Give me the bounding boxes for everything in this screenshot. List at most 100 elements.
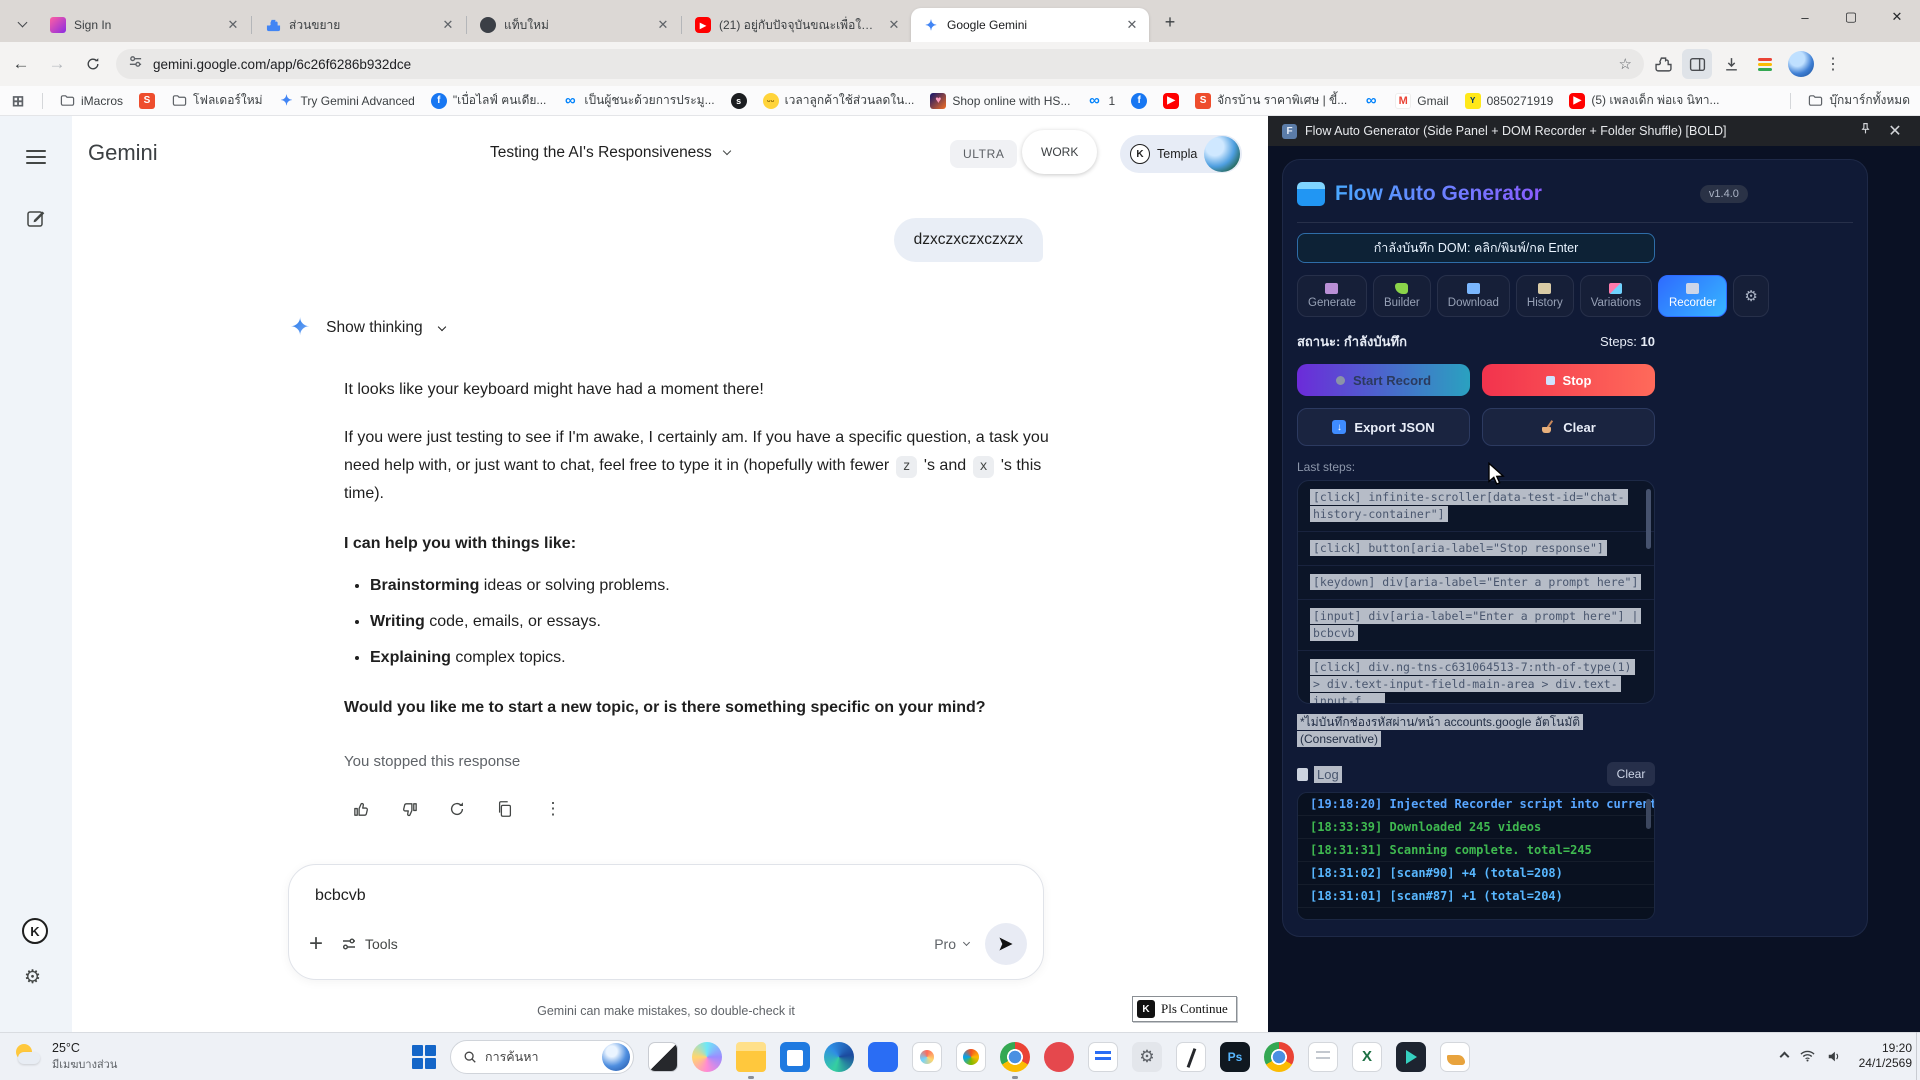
bookmark-item[interactable]: ᵕᵕ เวลาลูกค้าใช้ส่วนลดใน... (762, 91, 914, 110)
new-tab-button[interactable]: + (1157, 9, 1183, 35)
close-button[interactable]: ✕ (1874, 0, 1920, 34)
taskbar-photos-icon[interactable] (956, 1041, 986, 1072)
taskbar-microsoft-store-icon[interactable] (780, 1041, 810, 1072)
browser-tab[interactable]: ส่วนขยาย ✕ (253, 8, 465, 42)
prompt-composer[interactable]: bcbcvb + Tools Pro (288, 864, 1044, 980)
show-thinking-toggle[interactable]: ✦ Show thinking (290, 316, 446, 340)
k-profile-badge[interactable]: K (22, 918, 48, 944)
bookmark-item[interactable]: S จักรบ้าน ราคาพิเศษ | ขี้... (1195, 91, 1347, 110)
tab-close-icon[interactable]: ✕ (654, 16, 672, 34)
start-record-button[interactable]: Start Record (1297, 364, 1470, 396)
add-attachment-icon[interactable]: + (309, 930, 323, 958)
side-panel-icon[interactable] (1682, 49, 1712, 79)
menu-icon[interactable] (26, 150, 46, 164)
minimize-button[interactable]: – (1782, 0, 1828, 34)
tab-search-button[interactable] (10, 10, 34, 34)
taskbar-edge-icon[interactable] (824, 1041, 854, 1072)
thumb-up-icon[interactable] (344, 792, 378, 826)
tab-close-icon[interactable]: ✕ (224, 16, 242, 34)
new-chat-icon[interactable] (26, 208, 46, 233)
tab-close-icon[interactable]: ✕ (885, 16, 903, 34)
taskbar-photoshop-icon[interactable]: Ps (1220, 1041, 1250, 1072)
bookmark-item[interactable]: ♥ Shop online with HS... (930, 92, 1070, 109)
forward-icon[interactable]: → (42, 49, 72, 79)
model-selector[interactable]: Pro (934, 936, 971, 952)
tab-generate[interactable]: Generate (1297, 275, 1367, 317)
bookmark-item[interactable]: ∞ 1 (1086, 92, 1115, 109)
search-highlight-image[interactable] (602, 1042, 630, 1071)
taskbar-pen-app-icon[interactable] (1176, 1041, 1206, 1072)
taskbar-blue-app-icon[interactable] (868, 1041, 898, 1072)
bookmark-item[interactable]: โฟลเดอร์ใหม่ (171, 91, 263, 110)
conversation-title-dropdown[interactable]: Testing the AI's Responsiveness (490, 144, 732, 162)
taskbar-red-app-icon[interactable] (1044, 1041, 1074, 1072)
bookmark-item[interactable]: f "เบื่อไลฟ์ ฅนเดีย... (430, 91, 546, 110)
more-options-icon[interactable]: ⋮ (536, 792, 570, 826)
tab-close-icon[interactable]: ✕ (439, 16, 457, 34)
pls-continue-button[interactable]: K Pls Continue (1132, 996, 1237, 1022)
site-controls-icon[interactable] (128, 54, 143, 74)
tab-builder[interactable]: Builder (1372, 275, 1431, 317)
tools-button[interactable]: Tools (341, 936, 398, 952)
address-bar[interactable]: gemini.google.com/app/6c26f6286b932dce ☆ (116, 49, 1644, 79)
send-button[interactable] (985, 923, 1027, 965)
bookmark-item[interactable]: ▶ (5) เพลงเด็ก พ่อเจ นิทา... (1569, 91, 1720, 110)
bookmark-star-icon[interactable]: ☆ (1619, 55, 1632, 73)
colored-lines-icon[interactable] (1750, 49, 1780, 79)
wifi-icon[interactable] (1800, 1050, 1815, 1062)
scrollbar-thumb[interactable] (1646, 799, 1651, 829)
profile-avatar[interactable] (1788, 51, 1814, 77)
tab-variations[interactable]: Variations (1579, 275, 1652, 317)
all-bookmarks-folder[interactable]: บุ๊กมาร์กทั้งหมด (1807, 91, 1910, 110)
taskbar-chrome2-icon[interactable] (1264, 1041, 1294, 1072)
taskbar-task-view-icon[interactable] (648, 1041, 678, 1072)
log-console[interactable]: [19:18:20] Injected Recorder script into… (1297, 792, 1655, 920)
export-json-button[interactable]: ↓ Export JSON (1297, 408, 1470, 446)
close-panel-icon[interactable]: ✕ (1884, 121, 1906, 141)
bookmark-item[interactable]: Y 0850271919 (1464, 92, 1553, 109)
bookmark-item[interactable]: ▶ (1163, 92, 1180, 109)
taskbar-lamp-app-icon[interactable] (1440, 1041, 1470, 1072)
show-desktop-strip[interactable] (1916, 1032, 1920, 1080)
bookmark-item[interactable]: ✦ Try Gemini Advanced (279, 92, 415, 109)
log-clear-button[interactable]: Clear (1607, 762, 1655, 786)
apps-grid-icon[interactable]: ⊞ (10, 93, 26, 110)
stop-button[interactable]: Stop (1482, 364, 1655, 396)
tab-history[interactable]: History (1515, 275, 1574, 317)
taskbar-code-app-icon[interactable] (1088, 1041, 1118, 1072)
settings-gear-icon[interactable]: ⚙ (24, 966, 41, 989)
url-text[interactable]: gemini.google.com/app/6c26f6286b932dce (153, 57, 1609, 72)
tab-download[interactable]: Download (1436, 275, 1510, 317)
bookmark-item[interactable]: M Gmail (1395, 92, 1449, 109)
tab-close-icon[interactable]: ✕ (1123, 16, 1141, 34)
copy-icon[interactable] (488, 792, 522, 826)
taskbar-chrome-icon[interactable] (1000, 1041, 1030, 1079)
back-icon[interactable]: ← (6, 49, 36, 79)
tab-settings[interactable]: ⚙ (1733, 275, 1769, 317)
ultra-badge[interactable]: ULTRA (950, 140, 1018, 168)
taskbar-excel-icon[interactable]: X (1352, 1041, 1382, 1072)
browser-tab[interactable]: ▶ (21) อยู่กับปัจจุบันขณะเพื่อใจที่เป็นส… (683, 8, 911, 42)
taskbar-media-app-icon[interactable] (1396, 1041, 1426, 1072)
browser-tab[interactable]: แท็บใหม่ ✕ (468, 8, 680, 42)
bookmark-item[interactable]: iMacros (59, 93, 123, 109)
chrome-menu-icon[interactable]: ⋮ (1818, 49, 1848, 79)
work-pill[interactable]: WORK (1022, 130, 1098, 174)
bookmark-item[interactable]: ∞ เป็นผู้ชนะด้วยการประมู... (562, 91, 715, 110)
clear-button[interactable]: Clear (1482, 408, 1655, 446)
taskbar-clock[interactable]: 19:20 24/1/2569 (1859, 1041, 1912, 1071)
tab-recorder[interactable]: Recorder (1658, 275, 1728, 317)
taskbar-search[interactable]: การค้นหา (450, 1039, 634, 1074)
thumb-down-icon[interactable] (392, 792, 426, 826)
weather-widget[interactable]: 25°C มีเมฆบางส่วน (14, 1041, 184, 1073)
taskbar-file-explorer-icon[interactable] (736, 1041, 766, 1079)
bookmark-item[interactable]: s (730, 92, 747, 109)
bookmark-item[interactable]: S (139, 92, 156, 109)
bookmark-item[interactable]: ∞ (1363, 92, 1379, 109)
volume-icon[interactable] (1827, 1050, 1841, 1063)
scrollbar-thumb[interactable] (1646, 489, 1651, 549)
template-chip[interactable]: K Templa (1120, 135, 1243, 173)
start-button[interactable] (412, 1044, 436, 1069)
maximize-button[interactable]: ▢ (1828, 0, 1874, 34)
reload-icon[interactable] (78, 49, 108, 79)
